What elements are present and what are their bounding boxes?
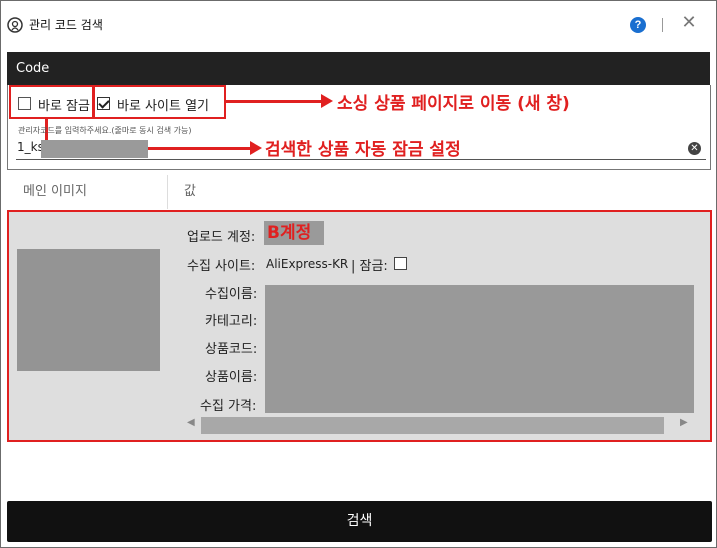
upload-account-label: 업로드 계정: [187, 230, 256, 245]
code-section-header: Code [7, 52, 710, 85]
lock-annotation: 검색한 상품 자동 잠금 설정 [265, 140, 461, 160]
title-bar: 관리 코드 검색 ? ✕ [1, 1, 716, 47]
code-input-underline [16, 159, 706, 160]
column-divider [167, 175, 168, 209]
source-name-label: 수집이름: [205, 287, 258, 302]
category-label: 카테고리: [205, 314, 258, 329]
clear-input-icon[interactable]: ✕ [688, 142, 701, 155]
source-site-label: 수집 사이트: [187, 259, 256, 274]
open-site-arrow-head [321, 94, 333, 108]
open-site-annotation: 소싱 상품 페이지로 이동 (새 창) [337, 94, 570, 114]
title-divider [662, 18, 663, 32]
scroll-right-icon[interactable]: ▶ [680, 417, 688, 428]
upload-account-value: B계정 [264, 221, 324, 245]
lock-arrow-head [250, 141, 262, 155]
redacted-code [41, 140, 148, 158]
app-logo-icon [7, 17, 23, 33]
column-main-image: 메인 이미지 [23, 184, 87, 199]
code-input[interactable]: 1_ks [17, 140, 44, 154]
dialog-window: 관리 코드 검색 ? ✕ Code 바로 잠금 바로 사이트 열기 소싱 상품 … [0, 0, 717, 548]
column-value: 값 [184, 184, 196, 199]
open-site-arrow-line [226, 100, 321, 103]
product-main-image [17, 249, 160, 371]
open-site-highlight [92, 85, 226, 119]
redacted-product-info [265, 285, 694, 413]
source-site-value: AliExpress-KR [266, 257, 349, 271]
product-name-label: 상품이름: [205, 370, 258, 385]
close-icon[interactable]: ✕ [681, 14, 697, 32]
product-code-label: 상품코드: [205, 342, 258, 357]
instant-lock-highlight [9, 85, 95, 119]
lock-label: | 잠금: [351, 259, 388, 274]
lock-checkbox[interactable] [394, 257, 407, 270]
horizontal-scrollbar[interactable] [201, 417, 664, 434]
search-button[interactable]: 검색 [7, 501, 712, 542]
source-price-label: 수집 가격: [200, 399, 257, 414]
code-input-hint: 관리자코드를 입력하주세요.(줄마로 동시 검색 가능) [18, 126, 192, 135]
help-icon[interactable]: ? [630, 17, 646, 33]
scroll-left-icon[interactable]: ◀ [187, 417, 195, 428]
window-title: 관리 코드 검색 [29, 18, 103, 32]
